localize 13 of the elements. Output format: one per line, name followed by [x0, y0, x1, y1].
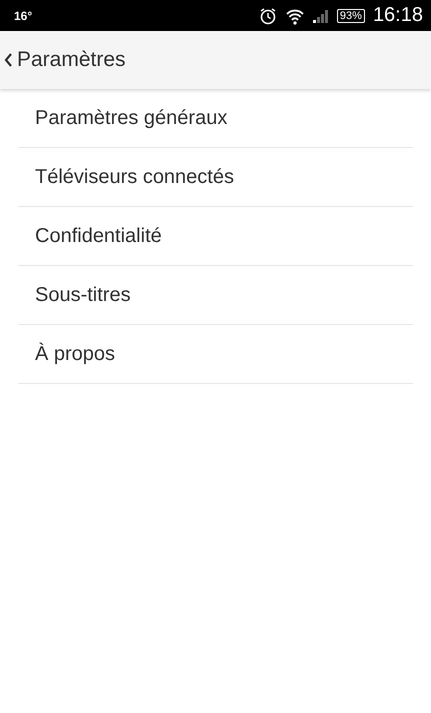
chevron-left-icon: [4, 53, 13, 67]
settings-item[interactable]: Confidentialité: [18, 207, 413, 266]
settings-item[interactable]: Sous-titres: [18, 266, 413, 325]
signal-icon: [312, 8, 329, 22]
settings-item[interactable]: Paramètres généraux: [18, 89, 413, 148]
back-button[interactable]: Paramètres: [4, 48, 126, 72]
settings-item[interactable]: Téléviseurs connectés: [18, 148, 413, 207]
clock: 16:18: [372, 4, 423, 27]
battery-level: 93%: [336, 8, 365, 22]
temperature: 16°: [14, 8, 34, 22]
settings-item[interactable]: À propos: [18, 325, 413, 384]
wifi-icon: [284, 6, 305, 24]
alarm-icon: [258, 6, 277, 24]
